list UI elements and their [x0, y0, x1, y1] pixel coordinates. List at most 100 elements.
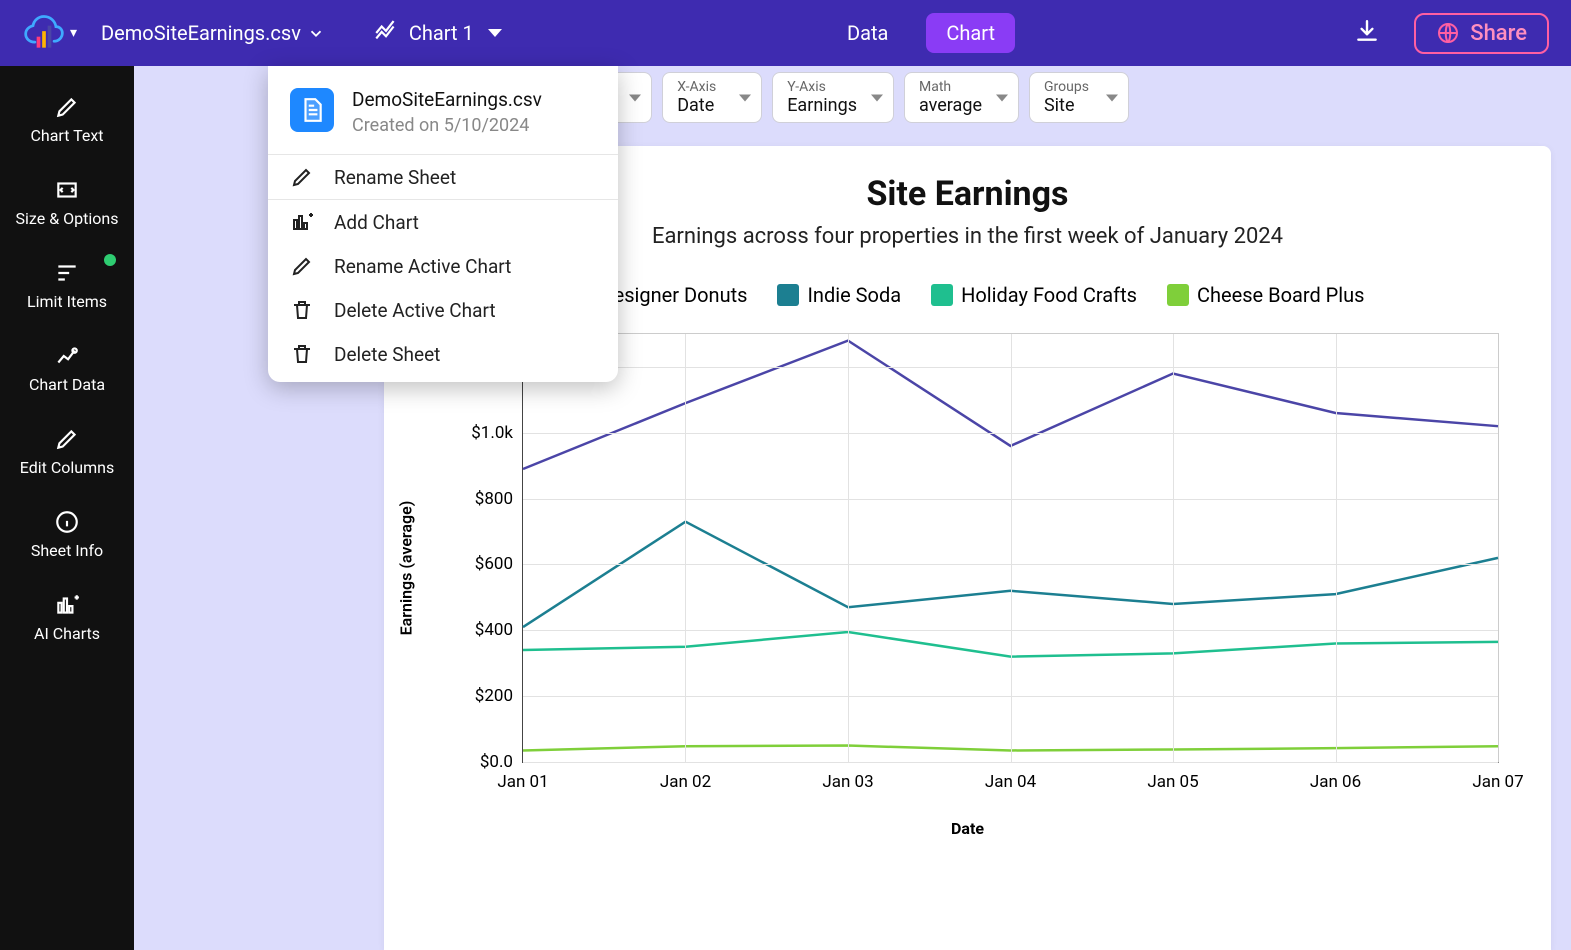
info-icon — [54, 509, 80, 535]
legend-swatch — [777, 284, 799, 306]
x-tick-label: Jan 05 — [1147, 762, 1198, 792]
globe-icon — [1436, 21, 1460, 45]
trash-icon — [290, 342, 314, 366]
legend-label: Designer Donuts — [600, 283, 747, 307]
logo-dropdown-icon: ▾ — [70, 25, 77, 41]
sidebar-item-limit-items[interactable]: Limit Items — [0, 244, 134, 327]
chevron-down-icon — [307, 24, 325, 42]
share-label: Share — [1470, 21, 1527, 46]
tab-chart[interactable]: Chart — [926, 13, 1015, 53]
groups-dropdown[interactable]: Groups Site — [1029, 72, 1129, 123]
menu-item-label: Delete Active Chart — [334, 299, 496, 322]
chart-tab-dropdown[interactable]: Chart 1 — [367, 16, 508, 50]
menu-item-label: Rename Active Chart — [334, 255, 511, 278]
share-button[interactable]: Share — [1414, 13, 1549, 54]
dropdown-label: Math — [919, 79, 982, 95]
canvas-area: Chart Type Grouped Line X-Axis Date Y-Ax… — [134, 66, 1571, 950]
bar-plus-icon — [290, 210, 314, 234]
y-tick-label: $600 — [475, 554, 523, 574]
triangle-down-icon — [629, 94, 641, 101]
dropdown-value: Site — [1044, 95, 1092, 116]
menu-file-created: Created on 5/10/2024 — [352, 115, 542, 136]
menu-item-delete-active-chart[interactable]: Delete Active Chart — [268, 288, 618, 332]
triangle-down-icon — [1106, 94, 1118, 101]
sidebar-item-chart-data[interactable]: Chart Data — [0, 327, 134, 410]
legend-label: Cheese Board Plus — [1197, 283, 1365, 307]
sidebar-item-label: Chart Text — [30, 126, 103, 145]
y-tick-label: $200 — [475, 686, 523, 706]
x-tick-label: Jan 06 — [1310, 762, 1361, 792]
x-tick-label: Jan 02 — [660, 762, 711, 792]
legend-label: Indie Soda — [807, 283, 901, 307]
chart-plot-area: $0.0$200$400$600$800$1.0k$1.2kJan 01Jan … — [522, 333, 1499, 763]
y-tick-label: $400 — [475, 620, 523, 640]
x-axis-title: Date — [412, 819, 1523, 838]
chart-tab-label: Chart 1 — [409, 21, 474, 45]
sidebar-item-label: Edit Columns — [20, 458, 114, 477]
sidebar-item-label: AI Charts — [34, 624, 100, 643]
sidebar-item-label: Limit Items — [27, 292, 107, 311]
download-button[interactable] — [1354, 18, 1380, 48]
triangle-down-icon — [996, 94, 1008, 101]
pencil-icon — [290, 254, 314, 278]
triangle-down-icon — [871, 94, 883, 101]
menu-item-label: Rename Sheet — [334, 166, 456, 189]
left-sidebar: Chart Text Size & Options Limit Items Ch… — [0, 66, 134, 950]
sidebar-item-label: Size & Options — [16, 209, 119, 228]
sidebar-item-label: Sheet Info — [31, 541, 103, 560]
sidebar-item-size-options[interactable]: Size & Options — [0, 161, 134, 244]
y-axis-title: Earnings (average) — [397, 501, 416, 636]
menu-item-add-chart[interactable]: Add Chart — [268, 200, 618, 244]
menu-item-rename-sheet[interactable]: Rename Sheet — [268, 155, 618, 199]
x-tick-label: Jan 07 — [1472, 762, 1523, 792]
menu-item-delete-sheet[interactable]: Delete Sheet — [268, 332, 618, 376]
legend-item[interactable]: Cheese Board Plus — [1167, 283, 1365, 307]
aspect-icon — [54, 177, 80, 203]
top-bar: ▾ DemoSiteEarnings.csv Chart 1 Data Char… — [0, 0, 1571, 66]
y-axis-dropdown[interactable]: Y-Axis Earnings — [772, 72, 894, 123]
file-name-dropdown[interactable]: DemoSiteEarnings.csv — [95, 17, 331, 49]
sidebar-item-sheet-info[interactable]: Sheet Info — [0, 493, 134, 576]
pencil-icon — [54, 426, 80, 452]
dropdown-label: X-Axis — [677, 79, 725, 95]
legend-item[interactable]: Indie Soda — [777, 283, 901, 307]
menu-item-label: Add Chart — [334, 211, 419, 234]
x-axis-dropdown[interactable]: X-Axis Date — [662, 72, 762, 123]
sidebar-item-label: Chart Data — [29, 375, 105, 394]
sidebar-item-ai-charts[interactable]: AI Charts — [0, 576, 134, 659]
app-logo[interactable]: ▾ — [22, 11, 77, 55]
menu-item-rename-active-chart[interactable]: Rename Active Chart — [268, 244, 618, 288]
legend-item[interactable]: Holiday Food Crafts — [931, 283, 1137, 307]
triangle-down-icon — [739, 94, 751, 101]
trash-icon — [290, 298, 314, 322]
file-context-menu: DemoSiteEarnings.csv Created on 5/10/202… — [268, 66, 618, 382]
analytics-icon — [54, 343, 80, 369]
dropdown-label: Groups — [1044, 79, 1092, 95]
dropdown-value: Date — [677, 95, 725, 116]
dropdown-value: average — [919, 95, 982, 116]
download-icon — [1354, 18, 1380, 44]
file-name-label: DemoSiteEarnings.csv — [101, 21, 301, 45]
x-tick-label: Jan 01 — [497, 762, 548, 792]
sidebar-item-chart-text[interactable]: Chart Text — [0, 78, 134, 161]
pencil-icon — [290, 165, 314, 189]
legend-label: Holiday Food Crafts — [961, 283, 1137, 307]
triangle-down-icon — [488, 29, 502, 37]
x-tick-label: Jan 03 — [822, 762, 873, 792]
tab-data[interactable]: Data — [827, 13, 908, 53]
menu-item-label: Delete Sheet — [334, 343, 440, 366]
sort-icon — [54, 260, 80, 286]
dropdown-label: Y-Axis — [787, 79, 857, 95]
line-chart-icon — [373, 20, 399, 46]
menu-file-name: DemoSiteEarnings.csv — [352, 88, 542, 111]
legend-swatch — [1167, 284, 1189, 306]
cloud-chart-icon — [22, 11, 66, 55]
badge-dot-icon — [104, 254, 116, 266]
y-tick-label: $1.0k — [471, 423, 523, 443]
bar-plus-icon — [54, 592, 80, 618]
legend-swatch — [931, 284, 953, 306]
dropdown-value: Earnings — [787, 95, 857, 116]
sidebar-item-edit-columns[interactable]: Edit Columns — [0, 410, 134, 493]
math-dropdown[interactable]: Math average — [904, 72, 1019, 123]
x-tick-label: Jan 04 — [985, 762, 1036, 792]
